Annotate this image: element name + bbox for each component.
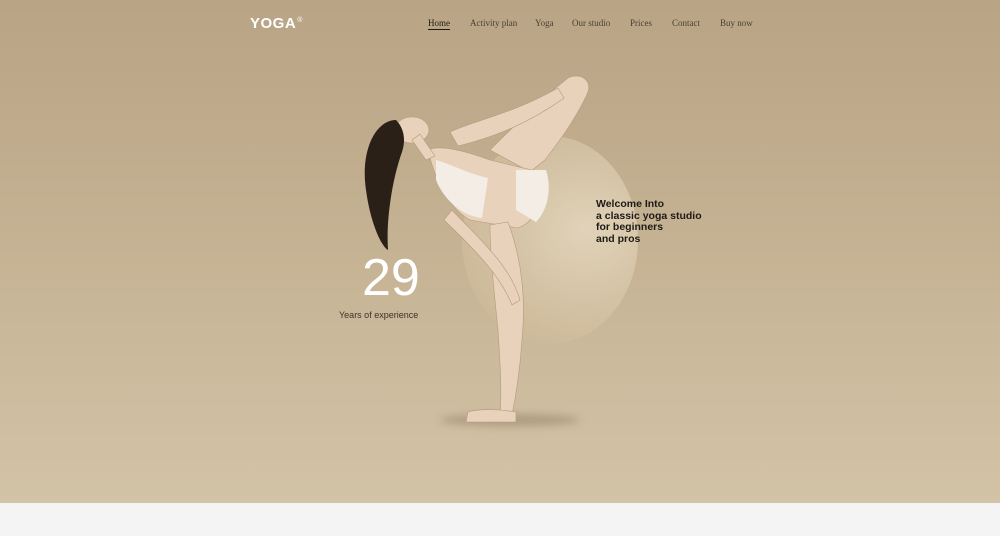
nav-item-yoga[interactable]: Yoga xyxy=(535,18,554,28)
hero-section: YOGA® Home Activity plan Yoga Our studio… xyxy=(0,0,1000,503)
welcome-heading: Welcome Into a classic yoga studio for b… xyxy=(596,198,756,245)
nav-item-prices[interactable]: Prices xyxy=(630,18,652,28)
logo-text: YOGA xyxy=(250,15,297,32)
nav-item-home[interactable]: Home xyxy=(428,18,450,28)
welcome-line: Welcome Into xyxy=(596,198,665,210)
page-bottom-band xyxy=(0,503,1000,536)
nav-item-activity-plan[interactable]: Activity plan xyxy=(470,18,517,28)
nav-item-buy-now[interactable]: Buy now xyxy=(720,18,753,28)
logo[interactable]: YOGA® xyxy=(250,15,303,32)
nav-item-our-studio[interactable]: Our studio xyxy=(572,18,610,28)
welcome-line: and pros xyxy=(596,232,641,245)
nav-item-contact[interactable]: Contact xyxy=(672,18,700,28)
experience-years: 29 xyxy=(362,249,420,307)
logo-mark: ® xyxy=(297,17,303,24)
welcome-line: for beginners xyxy=(596,221,664,233)
yoga-figure-illustration xyxy=(364,75,590,423)
experience-label: Years of experience xyxy=(339,310,419,320)
